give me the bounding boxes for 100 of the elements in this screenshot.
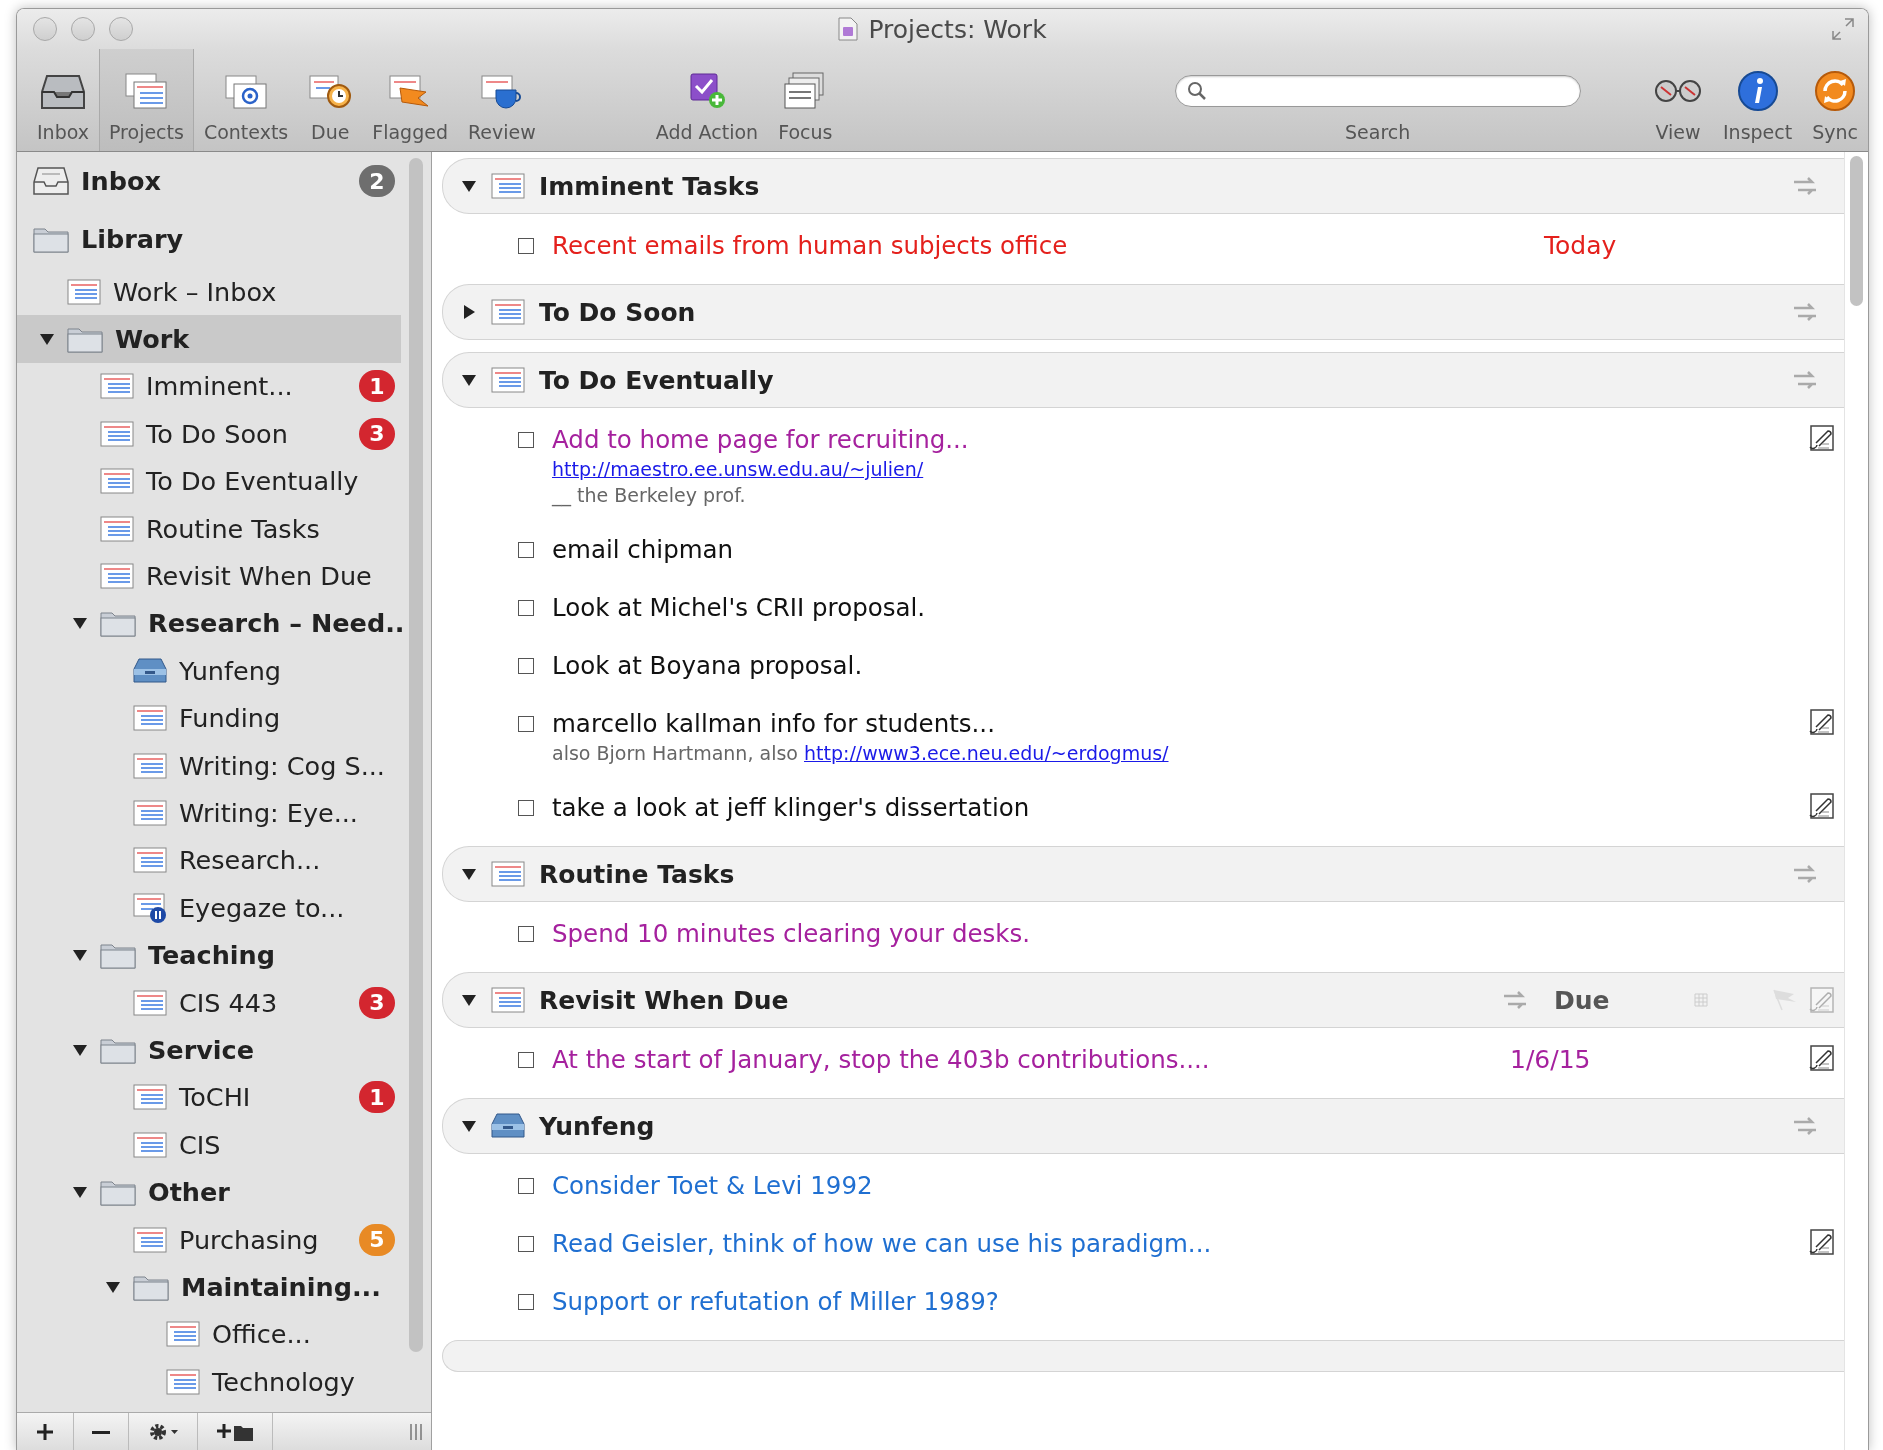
sidebar-item[interactable]: Maintaining... xyxy=(17,1263,401,1311)
scrollbar-thumb[interactable] xyxy=(1850,156,1863,306)
sidebar-item[interactable]: CIS 443 3 xyxy=(17,978,401,1027)
sidebar-item[interactable]: Office... xyxy=(17,1310,401,1358)
sidebar-label: Revisit When Due xyxy=(146,561,372,592)
toolbar-button[interactable]: Focus xyxy=(768,49,843,151)
sidebar-item[interactable]: Inbox 2 xyxy=(17,152,401,210)
resize-handle-icon[interactable] xyxy=(409,1422,423,1442)
toolbar-button[interactable]: View xyxy=(1643,49,1713,151)
task-checkbox[interactable] xyxy=(518,1236,534,1252)
due-column-header[interactable]: Due xyxy=(1554,985,1694,1015)
toolbar-button[interactable]: Due xyxy=(298,49,363,151)
toolbar-button[interactable]: Inbox xyxy=(27,49,99,151)
toolbar-button[interactable]: Add Action xyxy=(645,49,769,151)
sidebar-item[interactable]: Work – Inbox xyxy=(17,268,401,316)
sidebar-label: To Do Eventually xyxy=(146,466,359,497)
expanded-triangle-icon[interactable] xyxy=(39,332,55,347)
sidebar-item[interactable]: Purchasing 5 xyxy=(17,1215,401,1264)
sidebar-item[interactable]: To Do Eventually xyxy=(17,457,401,505)
toolbar-button[interactable]: Projects xyxy=(99,49,194,151)
sidebar-item[interactable]: Library xyxy=(17,210,401,268)
search-label: Search xyxy=(1345,121,1411,143)
project-icon xyxy=(133,1131,167,1158)
toolbar-button[interactable]: Inspect xyxy=(1713,49,1803,151)
note-link[interactable]: http://www3.ece.neu.edu/~erdogmus/ xyxy=(804,742,1169,764)
project-icon xyxy=(491,173,525,199)
sidebar-item[interactable]: Routine Tasks xyxy=(17,504,401,553)
task-checkbox[interactable] xyxy=(518,600,534,616)
sidebar-item[interactable]: To Do Soon 3 xyxy=(17,410,401,458)
task-checkbox[interactable] xyxy=(518,432,534,448)
sidebar-item[interactable]: Revisit When Due xyxy=(17,552,401,600)
expanded-triangle-icon[interactable] xyxy=(461,866,477,882)
task-title: Look at Boyana proposal. xyxy=(552,651,864,680)
group-title: To Do Soon xyxy=(539,297,697,327)
task-checkbox[interactable] xyxy=(518,716,534,732)
note-icon[interactable] xyxy=(1808,793,1834,819)
expanded-triangle-icon[interactable] xyxy=(461,1118,477,1134)
expanded-triangle-icon[interactable] xyxy=(72,1185,88,1200)
task-checkbox[interactable] xyxy=(518,238,534,254)
expanded-triangle-icon[interactable] xyxy=(461,992,477,1008)
group-header[interactable]: Routine Tasks xyxy=(442,846,1844,902)
task-checkbox[interactable] xyxy=(518,542,534,558)
coffee-cup-icon xyxy=(479,72,524,110)
context-tray-icon xyxy=(491,1113,525,1139)
task-checkbox[interactable] xyxy=(518,1052,534,1068)
task-title: take a look at jeff klinger's dissertation xyxy=(552,793,1031,822)
sidebar-item[interactable]: CIS xyxy=(17,1121,401,1169)
sidebar-item[interactable]: Service xyxy=(17,1026,401,1074)
task-checkbox[interactable] xyxy=(518,658,534,674)
project-icon xyxy=(133,800,167,826)
sidebar-label: Inbox xyxy=(81,166,161,196)
toolbar-button[interactable]: Contexts xyxy=(193,49,299,151)
task-checkbox[interactable] xyxy=(518,800,534,816)
expanded-triangle-icon[interactable] xyxy=(72,1042,88,1057)
task-note: also Bjorn Hartmann, also http://www3.ece.neu.edu/~erdogmus/ xyxy=(552,742,1169,764)
task-title: Add to home page for recruiting... xyxy=(552,425,970,454)
collapsed-triangle-icon[interactable] xyxy=(461,304,477,320)
sidebar-item[interactable]: Yunfeng xyxy=(17,647,401,695)
sidebar-item[interactable]: Funding xyxy=(17,694,401,742)
expanded-triangle-icon[interactable] xyxy=(72,616,88,631)
note-icon[interactable] xyxy=(1808,1229,1834,1255)
sidebar-item[interactable]: Writing: Cog S... xyxy=(17,741,401,790)
note-icon[interactable] xyxy=(1808,1045,1834,1071)
task-checkbox[interactable] xyxy=(518,926,534,942)
inbox-tray-icon xyxy=(33,166,69,196)
expanded-triangle-icon[interactable] xyxy=(461,372,477,388)
toolbar-button[interactable]: Flagged xyxy=(362,49,458,151)
scrollbar-thumb[interactable] xyxy=(409,158,423,1352)
group-header[interactable]: To Do Soon xyxy=(442,284,1844,340)
group-header[interactable]: To Do Eventually xyxy=(442,352,1844,408)
sidebar-item[interactable]: Teaching xyxy=(17,931,401,979)
sidebar-label: CIS xyxy=(179,1129,221,1160)
sidebar-item[interactable]: ToCHI 1 xyxy=(17,1073,401,1122)
sidebar-label: Eyegaze to... xyxy=(179,892,345,923)
sidebar-item[interactable]: Imminent... 1 xyxy=(17,362,401,411)
expanded-triangle-icon[interactable] xyxy=(72,948,88,963)
expanded-triangle-icon[interactable] xyxy=(461,178,477,194)
fullscreen-icon[interactable] xyxy=(1832,18,1854,40)
note-icon[interactable] xyxy=(1808,709,1834,735)
sidebar-item[interactable]: Writing: Eye... xyxy=(17,789,401,837)
toolbar-button[interactable]: Sync xyxy=(1802,49,1868,151)
toolbar-button[interactable]: Review xyxy=(458,49,546,151)
sidebar-item[interactable]: Other xyxy=(17,1168,401,1216)
task-checkbox[interactable] xyxy=(518,1178,534,1194)
group-header[interactable]: Yunfeng xyxy=(442,1098,1844,1154)
due-date: 1/6/15 xyxy=(1510,1045,1592,1074)
sidebar-item[interactable]: Technology xyxy=(17,1358,401,1406)
group-header[interactable]: Imminent Tasks xyxy=(442,158,1844,214)
sync-icon xyxy=(1814,70,1857,112)
search-field[interactable] xyxy=(1174,75,1581,107)
note-link[interactable]: http://maestro.ee.unsw.edu.au/~julien/ xyxy=(552,458,924,480)
sidebar-label: Service xyxy=(148,1034,254,1065)
group-header[interactable]: Revisit When Due Due xyxy=(442,972,1844,1028)
task-checkbox[interactable] xyxy=(518,1294,534,1310)
sidebar-item[interactable]: Work xyxy=(17,315,401,363)
note-icon[interactable] xyxy=(1808,425,1834,451)
sidebar-item[interactable]: Research... xyxy=(17,836,401,885)
expanded-triangle-icon[interactable] xyxy=(105,1279,121,1294)
window-title: Projects: Work xyxy=(868,14,1047,44)
sidebar-item[interactable]: Eyegaze to... xyxy=(17,884,401,932)
